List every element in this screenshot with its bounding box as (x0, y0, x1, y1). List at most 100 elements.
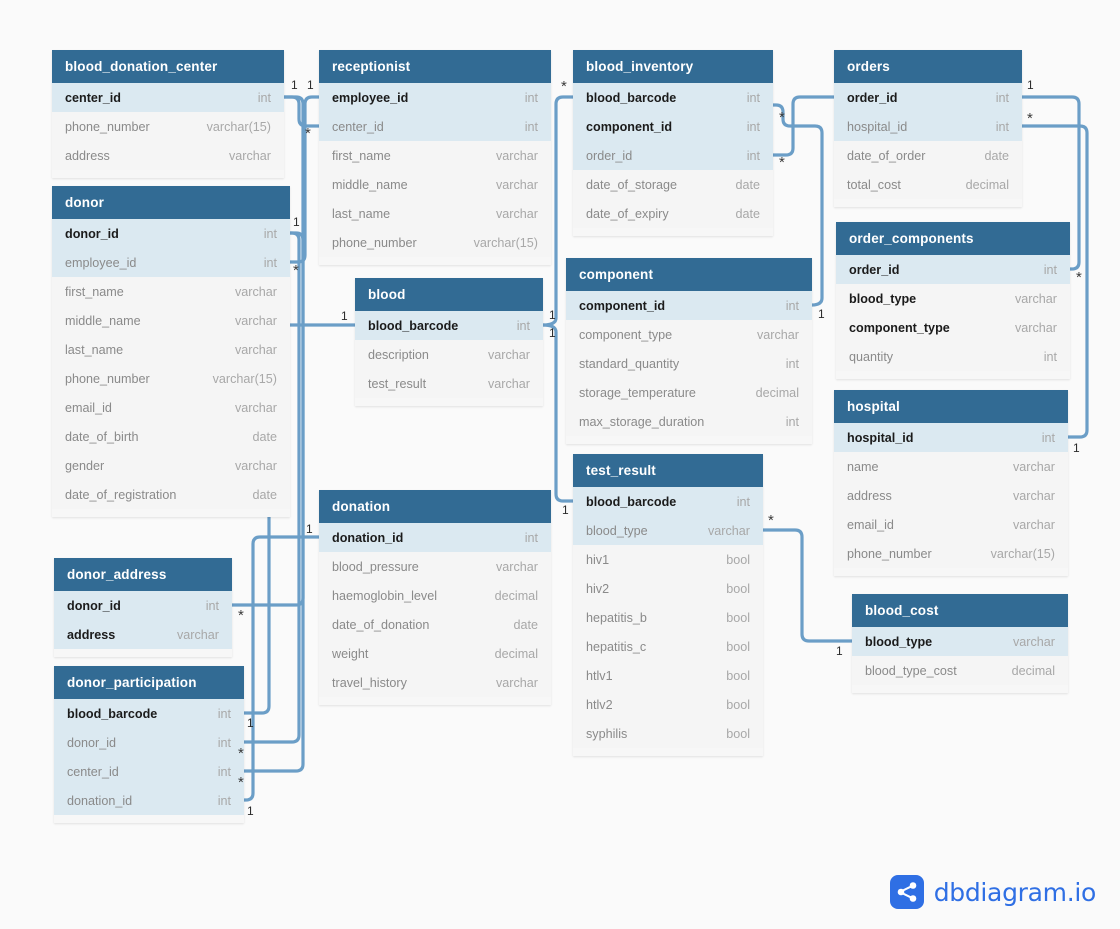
table-row[interactable]: blood_barcode int (573, 83, 773, 112)
table-row[interactable]: address varchar (52, 141, 284, 170)
table-blood_inventory[interactable]: blood_inventory blood_barcode int component… (573, 50, 773, 236)
table-row[interactable]: date_of_storage date (573, 170, 773, 199)
table-row[interactable]: htlv2 bool (573, 690, 763, 719)
table-row[interactable]: hiv1 bool (573, 545, 763, 574)
table-row[interactable]: blood_type_cost decimal (852, 656, 1068, 685)
table-row[interactable]: center_id int (52, 83, 284, 112)
table-donation[interactable]: donation donation_id int blood_pressure varc… (319, 490, 551, 705)
table-row[interactable]: haemoglobin_level decimal (319, 581, 551, 610)
table-row[interactable]: order_id int (573, 141, 773, 170)
table-order_components[interactable]: order_components order_id int blood_type var… (836, 222, 1070, 379)
table-row[interactable]: order_id int (836, 255, 1070, 284)
table-row[interactable]: phone_number varchar(15) (52, 112, 284, 141)
table-row[interactable]: last_name varchar (319, 199, 551, 228)
table-row[interactable]: date_of_order date (834, 141, 1022, 170)
table-row[interactable]: phone_number varchar(15) (52, 364, 290, 393)
table-row[interactable]: standard_quantity int (566, 349, 812, 378)
table-hospital[interactable]: hospital hospital_id int name varchar address… (834, 390, 1068, 576)
table-row[interactable]: test_result varchar (355, 369, 543, 398)
table-row[interactable]: total_cost decimal (834, 170, 1022, 199)
table-row[interactable]: blood_pressure varchar (319, 552, 551, 581)
table-row[interactable]: employee_id int (52, 248, 290, 277)
field-name: blood_barcode (67, 706, 158, 721)
table-row[interactable]: email_id varchar (834, 510, 1068, 539)
table-row[interactable]: middle_name varchar (319, 170, 551, 199)
table-row[interactable]: hospital_id int (834, 112, 1022, 141)
table-row[interactable]: order_id int (834, 83, 1022, 112)
table-row[interactable]: donation_id int (319, 523, 551, 552)
field-type: varchar (235, 342, 277, 357)
table-row[interactable]: date_of_donation date (319, 610, 551, 639)
table-row[interactable]: max_storage_duration int (566, 407, 812, 436)
relationship-line (771, 95, 836, 157)
table-row[interactable]: hepatitis_b bool (573, 603, 763, 632)
table-blood[interactable]: blood blood_barcode int description varchar t… (355, 278, 543, 406)
table-row[interactable]: date_of_birth date (52, 422, 290, 451)
table-row[interactable]: last_name varchar (52, 335, 290, 364)
table-row[interactable]: middle_name varchar (52, 306, 290, 335)
table-row[interactable]: description varchar (355, 340, 543, 369)
table-row[interactable]: donation_id int (54, 786, 244, 815)
field-type: int (736, 494, 750, 509)
table-receptionist[interactable]: receptionist employee_id int center_id int fi… (319, 50, 551, 265)
table-row[interactable]: hiv2 bool (573, 574, 763, 603)
field-name: address (847, 488, 892, 503)
field-type: int (524, 90, 538, 105)
table-row[interactable]: address varchar (54, 620, 232, 649)
cardinality-marker: * (779, 109, 785, 126)
table-row[interactable]: component_id int (573, 112, 773, 141)
table-component[interactable]: component component_id int component_type va… (566, 258, 812, 444)
field-type: varchar (235, 458, 277, 473)
table-donor[interactable]: donor donor_id int employee_id int first_name… (52, 186, 290, 517)
table-row[interactable]: center_id int (319, 112, 551, 141)
field-name: employee_id (65, 255, 137, 270)
table-row[interactable]: date_of_registration date (52, 480, 290, 509)
table-blood_donation_center[interactable]: blood_donation_center center_id int phone_n… (52, 50, 284, 178)
table-row[interactable]: phone_number varchar(15) (319, 228, 551, 257)
table-row[interactable]: blood_type varchar (573, 516, 763, 545)
dbdiagram-brand[interactable]: dbdiagram.io (889, 875, 1096, 909)
table-row[interactable]: blood_type varchar (836, 284, 1070, 313)
table-row[interactable]: blood_barcode int (355, 311, 543, 340)
table-fields: employee_id int center_id int first_name varc… (319, 83, 551, 265)
table-row[interactable]: quantity int (836, 342, 1070, 371)
table-row[interactable]: htlv1 bool (573, 661, 763, 690)
table-row[interactable]: donor_id int (54, 591, 232, 620)
table-row[interactable]: component_type varchar (566, 320, 812, 349)
field-name: name (847, 459, 879, 474)
table-row[interactable]: syphilis bool (573, 719, 763, 748)
table-test_result[interactable]: test_result blood_barcode int blood_type var… (573, 454, 763, 756)
cardinality-marker: 1 (291, 78, 298, 92)
table-row[interactable]: first_name varchar (319, 141, 551, 170)
table-row[interactable]: blood_type varchar (852, 627, 1068, 656)
table-donor_participation[interactable]: donor_participation blood_barcode int donor… (54, 666, 244, 823)
field-name: quantity (849, 349, 894, 364)
field-type: bool (726, 697, 750, 712)
table-row[interactable]: hepatitis_c bool (573, 632, 763, 661)
table-row[interactable]: gender varchar (52, 451, 290, 480)
field-name: middle_name (65, 313, 141, 328)
table-row[interactable]: blood_barcode int (54, 699, 244, 728)
table-row[interactable]: travel_history varchar (319, 668, 551, 697)
table-row[interactable]: employee_id int (319, 83, 551, 112)
table-row[interactable]: phone_number varchar(15) (834, 539, 1068, 568)
table-title: donor_address (54, 558, 232, 591)
table-row[interactable]: hospital_id int (834, 423, 1068, 452)
table-row[interactable]: weight decimal (319, 639, 551, 668)
table-row[interactable]: blood_barcode int (573, 487, 763, 516)
table-row[interactable]: component_id int (566, 291, 812, 320)
table-row[interactable]: date_of_expiry date (573, 199, 773, 228)
table-row[interactable]: name varchar (834, 452, 1068, 481)
table-row[interactable]: email_id varchar (52, 393, 290, 422)
table-orders[interactable]: orders order_id int hospital_id int date_of_o… (834, 50, 1022, 207)
table-row[interactable]: donor_id int (54, 728, 244, 757)
table-blood_cost[interactable]: blood_cost blood_type varchar blood_type_co… (852, 594, 1068, 693)
table-row[interactable]: center_id int (54, 757, 244, 786)
table-donor_address[interactable]: donor_address donor_id int address varchar (54, 558, 232, 657)
table-row[interactable]: first_name varchar (52, 277, 290, 306)
table-row[interactable]: storage_temperature decimal (566, 378, 812, 407)
field-type: varchar (1015, 291, 1057, 306)
table-row[interactable]: donor_id int (52, 219, 290, 248)
table-row[interactable]: component_type varchar (836, 313, 1070, 342)
table-row[interactable]: address varchar (834, 481, 1068, 510)
